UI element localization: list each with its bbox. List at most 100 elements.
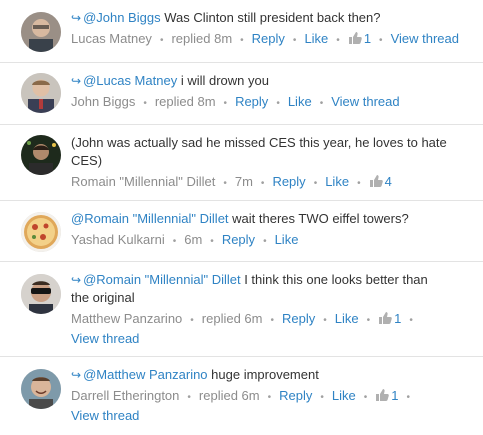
avatar[interactable] <box>21 135 61 175</box>
separator: • <box>260 178 265 189</box>
like-button[interactable]: Like <box>325 174 349 189</box>
comment-body: CES) <box>71 153 103 168</box>
comment-meta: Lucas Matney • replied 8m • Reply • Like • 1 • Vie… <box>71 30 473 50</box>
author-name[interactable]: Romain "Millennial" Dillet <box>71 174 215 189</box>
comment-body: huge improvement <box>207 367 319 382</box>
thumbs-up-icon <box>369 174 383 193</box>
comment-meta: Romain "Millennial" Dillet • 7m • Reply • Like… <box>71 173 473 193</box>
timestamp: replied 6m <box>201 311 263 326</box>
comment-item: ↪ @Lucas Matney i will drown you John Big… <box>0 63 483 125</box>
like-count: 1 <box>363 31 372 46</box>
comment-item: ↪ @John Biggs Was Clinton still president… <box>0 0 483 63</box>
like-button[interactable]: Like <box>275 232 299 247</box>
comment-body: wait theres TWO eiffel towers? <box>228 211 409 226</box>
comment-text: @Romain "Millennial" Dillet wait theres … <box>71 210 473 228</box>
separator: • <box>357 178 361 189</box>
thumbs-up-icon <box>378 311 392 330</box>
mention-link[interactable]: @John Biggs <box>83 10 161 25</box>
comment-item: ↪ @Romain "Millennial" Dillet I think thi… <box>0 262 483 357</box>
comment-text: ↪ @Lucas Matney i will drown you <box>71 72 473 90</box>
view-thread-link[interactable]: View thread <box>71 331 139 346</box>
separator: • <box>313 178 318 189</box>
separator: • <box>270 315 275 326</box>
comment-meta: Darrell Etherington • replied 6m • Reply • Lik… <box>71 387 473 425</box>
like-button[interactable]: Like <box>288 94 312 109</box>
comment-meta: John Biggs • replied 8m • Reply • Like • View th… <box>71 93 473 113</box>
author-name[interactable]: Yashad Kulkarni <box>71 232 165 247</box>
separator: • <box>323 315 327 326</box>
separator: • <box>223 98 228 109</box>
separator: • <box>366 315 371 326</box>
comment-meta: Yashad Kulkarni • 6m • Reply • Like <box>71 231 473 251</box>
separator: • <box>336 35 340 46</box>
like-count: 4 <box>384 174 392 189</box>
timestamp: replied 6m <box>198 388 260 403</box>
reply-button[interactable]: Reply <box>279 388 312 403</box>
avatar[interactable] <box>21 12 61 52</box>
like-button[interactable]: Like <box>332 388 356 403</box>
reply-button[interactable]: Reply <box>235 94 268 109</box>
thumbs-up-icon <box>348 31 362 50</box>
like-count: 1 <box>394 311 402 326</box>
author-name[interactable]: John Biggs <box>71 94 135 109</box>
reply-arrow-icon: ↪ <box>71 273 82 287</box>
separator: • <box>210 236 214 247</box>
separator: • <box>379 35 383 46</box>
thumbs-up-icon <box>375 388 390 407</box>
separator: • <box>187 392 191 403</box>
like-button[interactable]: Like <box>304 31 328 46</box>
separator: • <box>159 35 164 46</box>
separator: • <box>319 98 324 109</box>
author-name[interactable]: Matthew Panzarino <box>71 311 182 326</box>
comment-body: Was Clinton still president back then? <box>160 10 381 25</box>
like-button[interactable]: Like <box>335 311 359 326</box>
timestamp: replied 8m <box>154 94 216 109</box>
avatar[interactable] <box>21 369 61 409</box>
comment-body: i will drown you <box>177 73 269 88</box>
comment-list: ↪ @John Biggs Was Clinton still president… <box>0 0 483 435</box>
author-name[interactable]: Lucas Matney <box>71 31 152 46</box>
separator: • <box>143 98 147 109</box>
view-thread-link[interactable]: View thread <box>391 31 459 46</box>
comment-text: ↪ @John Biggs Was Clinton still president… <box>71 9 473 27</box>
separator: • <box>263 236 267 247</box>
timestamp: 7m <box>234 174 253 189</box>
separator: • <box>190 315 194 326</box>
comment-text: ↪ @Matthew Panzarino huge improvement <box>71 366 473 384</box>
comment-body: (John was actually sad he missed CES thi… <box>71 135 447 150</box>
separator: • <box>267 392 272 403</box>
reply-arrow-icon: ↪ <box>71 74 82 88</box>
reply-arrow-icon: ↪ <box>71 368 82 382</box>
comment-text: (John was actually sad he missed CES thi… <box>71 134 473 170</box>
mention-link[interactable]: @Matthew Panzarino <box>83 367 207 382</box>
author-name[interactable]: Darrell Etherington <box>71 388 179 403</box>
reply-button[interactable]: Reply <box>282 311 315 326</box>
separator: • <box>320 392 324 403</box>
separator: • <box>223 178 227 189</box>
comment-body: I think this one looks better than <box>240 272 428 287</box>
separator: • <box>240 35 244 46</box>
reply-button[interactable]: Reply <box>272 174 305 189</box>
comment-meta: Matthew Panzarino • replied 6m • Reply • Like •… <box>71 310 473 348</box>
separator: • <box>172 236 177 247</box>
timestamp: replied 8m <box>171 31 233 46</box>
avatar[interactable] <box>21 274 61 314</box>
reply-button[interactable]: Reply <box>252 31 285 46</box>
comment-item: (John was actually sad he missed CES thi… <box>0 125 483 201</box>
separator: • <box>406 392 411 403</box>
view-thread-link[interactable]: View thread <box>331 94 399 109</box>
separator: • <box>292 35 297 46</box>
avatar[interactable] <box>21 212 61 252</box>
avatar[interactable] <box>21 73 61 113</box>
comment-item: ↪ @Matthew Panzarino huge improvement Dar… <box>0 357 483 435</box>
timestamp: 6m <box>184 232 203 247</box>
reply-button[interactable]: Reply <box>222 232 255 247</box>
separator: • <box>409 315 413 326</box>
like-count: 1 <box>391 388 399 403</box>
mention-link[interactable]: @Romain "Millennial" Dillet <box>71 211 229 226</box>
separator: • <box>363 392 368 403</box>
mention-link[interactable]: @Lucas Matney <box>83 73 177 88</box>
reply-arrow-icon: ↪ <box>71 11 82 25</box>
mention-link[interactable]: @Romain "Millennial" Dillet <box>83 272 241 287</box>
view-thread-link[interactable]: View thread <box>71 408 139 423</box>
